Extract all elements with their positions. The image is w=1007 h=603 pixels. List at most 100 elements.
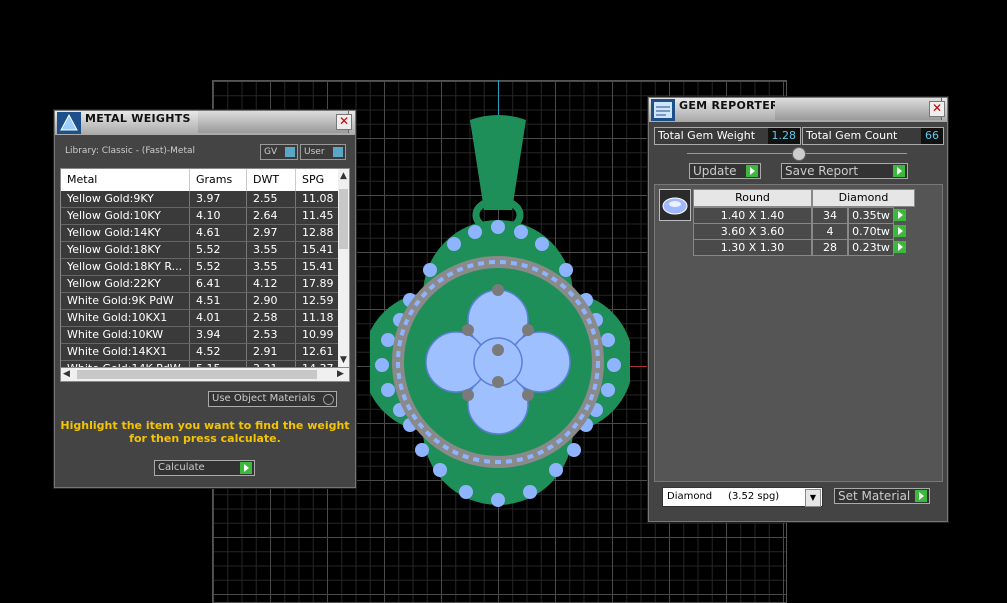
- update-button[interactable]: Update: [689, 163, 761, 179]
- gv-toggle[interactable]: GV: [260, 144, 298, 160]
- vscroll-thumb[interactable]: [339, 189, 348, 249]
- table-cell: White Gold:14KX1: [61, 344, 190, 360]
- table-cell: White Gold:9K PdW: [61, 293, 190, 309]
- save-report-button[interactable]: Save Report: [781, 163, 908, 179]
- table-row[interactable]: Yellow Gold:22KY 6.41 4.12 17.89: [61, 276, 339, 293]
- table-cell: 11.45: [296, 208, 339, 224]
- play-arrow-icon: [746, 165, 758, 177]
- gem-size-cell[interactable]: 1.40 X 1.40: [693, 207, 812, 224]
- select-row-arrow-icon[interactable]: [894, 241, 906, 253]
- total-gem-weight: Total Gem Weight 1.28: [654, 127, 801, 145]
- table-cell: Yellow Gold:18KY: [61, 242, 190, 258]
- slider-knob[interactable]: [792, 147, 806, 161]
- gem-count-cell[interactable]: 34: [812, 207, 848, 224]
- material-select[interactable]: Diamond (3.52 spg) ▼: [662, 487, 823, 507]
- metal-table-body: Yellow Gold:9KY 3.97 2.55 11.08 Yellow Gold:…: [61, 191, 339, 368]
- hint-line-1: Highlight the item you want to find the …: [60, 419, 350, 432]
- gem-weight-cell[interactable]: 0.70tw: [848, 223, 894, 240]
- table-cell: 2.91: [247, 344, 296, 360]
- checkbox-icon: [323, 394, 334, 405]
- table-cell: Yellow Gold:9KY: [61, 191, 190, 207]
- metal-weights-title: METAL WEIGHTS: [85, 112, 191, 125]
- table-cell: 12.61: [296, 344, 339, 360]
- scroll-up-icon[interactable]: ▲: [340, 171, 347, 181]
- table-cell: 5.52: [190, 242, 247, 258]
- table-cell: Yellow Gold:18KY R...: [61, 259, 190, 275]
- library-label: Library: Classic - (Fast)-Metal: [65, 146, 196, 156]
- gem-size-cell[interactable]: 1.30 X 1.30: [693, 239, 812, 256]
- table-cell: 10.99: [296, 327, 339, 343]
- user-toggle[interactable]: User: [300, 144, 346, 160]
- table-cell: 4.52: [190, 344, 247, 360]
- metal-table[interactable]: Metal Grams DWT SPG Yellow Gold:9KY 3.97 2…: [60, 168, 350, 369]
- table-cell: White Gold:10KW: [61, 327, 190, 343]
- metal-table-vscroll[interactable]: ▲ ▼: [338, 169, 349, 368]
- table-cell: 4.01: [190, 310, 247, 326]
- col-header-spg[interactable]: SPG: [296, 169, 339, 191]
- table-row[interactable]: Yellow Gold:10KY 4.10 2.64 11.45: [61, 208, 339, 225]
- col-header-metal[interactable]: Metal: [61, 169, 190, 191]
- table-cell: 2.53: [247, 327, 296, 343]
- table-cell: 12.59: [296, 293, 339, 309]
- table-cell: 3.55: [247, 259, 296, 275]
- col-header-grams[interactable]: Grams: [190, 169, 247, 191]
- total-gem-count-value: 66: [921, 128, 943, 144]
- gem-reporter-titlebar[interactable]: GEM REPORTER ✕: [649, 98, 947, 122]
- round-gem-thumbnail[interactable]: [659, 189, 691, 221]
- table-cell: Yellow Gold:22KY: [61, 276, 190, 292]
- gem-list-area[interactable]: Round Diamond 1.40 X 1.40 34 0.35tw 3.60 X …: [654, 184, 943, 482]
- metal-weights-icon: [57, 112, 81, 134]
- gem-reporter-title: GEM REPORTER: [679, 99, 779, 112]
- shape-column-header: Round: [693, 189, 812, 207]
- table-cell: 2.58: [247, 310, 296, 326]
- table-row[interactable]: Yellow Gold:14KY 4.61 2.97 12.88: [61, 225, 339, 242]
- gem-count-cell[interactable]: 4: [812, 223, 848, 240]
- chevron-down-icon[interactable]: ▼: [805, 489, 821, 507]
- titlebar-tab: [198, 111, 349, 133]
- gem-count-cell[interactable]: 28: [812, 239, 848, 256]
- table-row[interactable]: Yellow Gold:18KY 5.52 3.55 15.41: [61, 242, 339, 259]
- table-cell: Yellow Gold:10KY: [61, 208, 190, 224]
- total-gem-weight-value: 1.28: [767, 128, 800, 144]
- table-cell: 2.64: [247, 208, 296, 224]
- calculate-button[interactable]: Calculate: [154, 460, 255, 476]
- play-arrow-icon: [915, 490, 927, 502]
- table-cell: 15.41: [296, 242, 339, 258]
- col-header-dwt[interactable]: DWT: [247, 169, 296, 191]
- gem-icon: [662, 197, 688, 215]
- scroll-down-icon[interactable]: ▼: [340, 355, 347, 365]
- table-cell: 6.41: [190, 276, 247, 292]
- table-cell: White Gold:10KX1: [61, 310, 190, 326]
- table-row[interactable]: White Gold:9K PdW 4.51 2.90 12.59: [61, 293, 339, 310]
- table-row[interactable]: Yellow Gold:9KY 3.97 2.55 11.08: [61, 191, 339, 208]
- table-row[interactable]: White Gold:14KX1 4.52 2.91 12.61: [61, 344, 339, 361]
- metal-weights-titlebar[interactable]: METAL WEIGHTS ✕: [55, 111, 355, 135]
- select-row-arrow-icon[interactable]: [894, 225, 906, 237]
- table-cell: 17.89: [296, 276, 339, 292]
- gem-weight-cell[interactable]: 0.35tw: [848, 207, 894, 224]
- table-row[interactable]: White Gold:10KW 3.94 2.53 10.99: [61, 327, 339, 344]
- use-object-materials-toggle[interactable]: Use Object Materials: [208, 391, 337, 407]
- table-row[interactable]: White Gold:10KX1 4.01 2.58 11.18: [61, 310, 339, 327]
- set-material-button[interactable]: Set Material: [834, 488, 930, 504]
- gem-reporter-close-button[interactable]: ✕: [929, 101, 945, 117]
- scroll-right-icon[interactable]: ▶: [337, 369, 344, 379]
- select-row-arrow-icon[interactable]: [894, 209, 906, 221]
- hscroll-thumb[interactable]: [77, 370, 317, 379]
- metal-weights-close-button[interactable]: ✕: [336, 114, 352, 130]
- scroll-left-icon[interactable]: ◀: [63, 369, 70, 379]
- metal-table-header: Metal Grams DWT SPG: [61, 169, 339, 191]
- gem-size-cell[interactable]: 3.60 X 3.60: [693, 223, 812, 240]
- metal-table-hscroll[interactable]: ◀ ▶: [60, 367, 350, 382]
- table-cell: 3.55: [247, 242, 296, 258]
- gem-weight-cell[interactable]: 0.23tw: [848, 239, 894, 256]
- play-arrow-icon: [893, 165, 905, 177]
- table-cell: 2.90: [247, 293, 296, 309]
- table-cell: Yellow Gold:14KY: [61, 225, 190, 241]
- table-row[interactable]: Yellow Gold:18KY R... 5.52 3.55 15.41: [61, 259, 339, 276]
- pendant-model[interactable]: [370, 110, 630, 510]
- gem-reporter-panel[interactable]: GEM REPORTER ✕ Total Gem Weight 1.28 Tot…: [648, 97, 948, 522]
- user-indicator: [333, 147, 343, 157]
- table-cell: 3.94: [190, 327, 247, 343]
- metal-weights-panel[interactable]: METAL WEIGHTS ✕ Library: Classic - (Fast…: [54, 110, 356, 488]
